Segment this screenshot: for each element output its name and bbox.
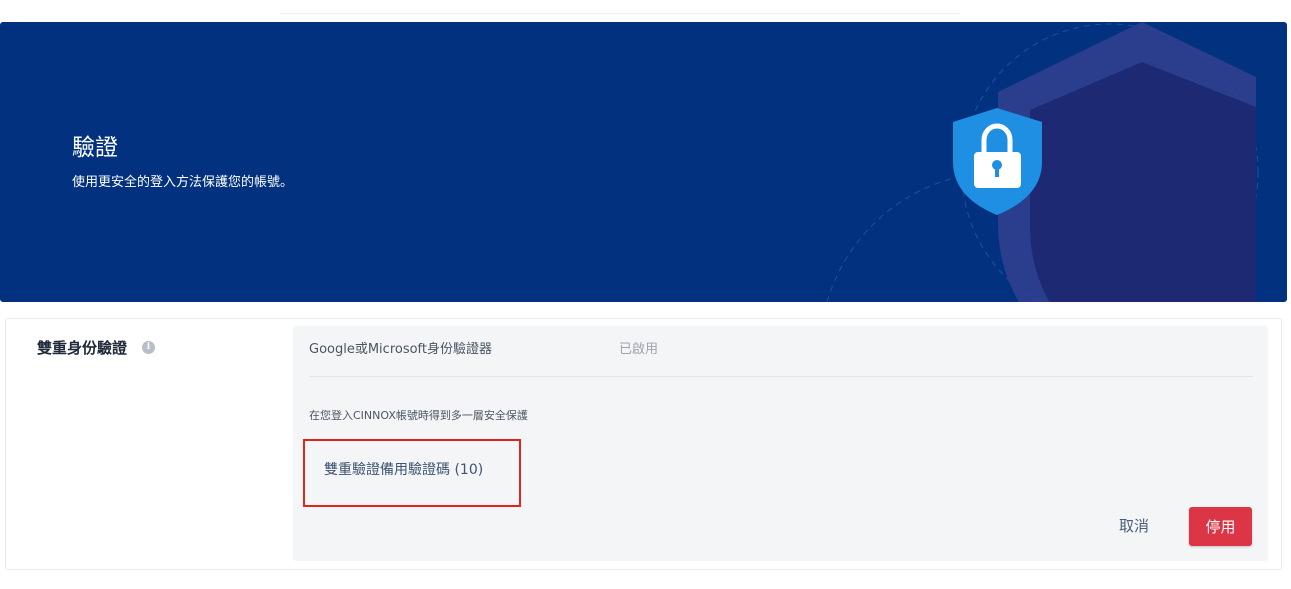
divider (309, 376, 1253, 377)
banner-decoration (826, 22, 1259, 302)
cancel-button[interactable]: 取消 (1119, 516, 1149, 536)
authenticator-status: 已啟用 (619, 342, 659, 357)
two-factor-card: 雙重身份驗證 i Google或Microsoft身份驗證器 已啟用 在您登入C… (5, 318, 1282, 570)
page-title: 驗證 (72, 135, 118, 161)
page-subtitle: 使用更安全的登入方法保護您的帳號。 (72, 175, 294, 190)
two-factor-description: 在您登入CINNOX帳號時得到多一層安全保護 (309, 409, 528, 422)
faint-header-row (280, 2, 960, 14)
highlight-box (303, 439, 521, 507)
top-strip (0, 0, 1291, 22)
authentication-banner: 驗證 使用更安全的登入方法保護您的帳號。 (0, 22, 1287, 302)
authenticator-method-name: Google或Microsoft身份驗證器 (309, 342, 493, 357)
info-icon[interactable]: i (142, 341, 155, 354)
two-factor-section-label: 雙重身份驗證 (37, 339, 128, 357)
disable-button[interactable]: 停用 (1189, 507, 1252, 546)
